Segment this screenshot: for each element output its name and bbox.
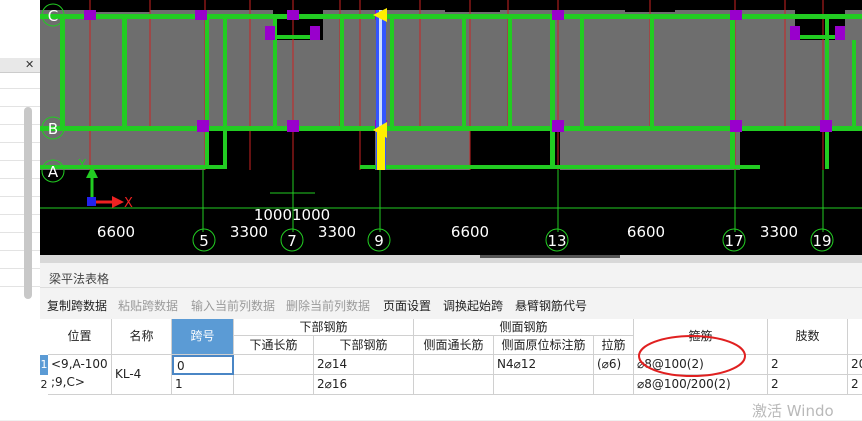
tree-row-line: [0, 196, 40, 197]
beam-table-panel: 梁平法表格 复制跨数据 粘贴跨数据 输入当前列数据 删除当前列数据 页面设置 调…: [40, 263, 862, 420]
axis-x-label: X: [124, 196, 133, 211]
panel-toolbar: 复制跨数据 粘贴跨数据 输入当前列数据 删除当前列数据 页面设置 调换起始跨 悬…: [40, 293, 862, 317]
tree-row-line: [0, 286, 40, 287]
axis-row-label: A: [48, 163, 59, 181]
tree-row-line: [0, 232, 40, 233]
page-setup-button[interactable]: 页面设置: [383, 297, 431, 314]
tree-row-line: [0, 250, 40, 251]
tree-row-line: [0, 160, 40, 161]
dim-text: 3300: [318, 223, 356, 241]
slab-panels: [40, 10, 862, 170]
splitter-grip[interactable]: [480, 255, 620, 258]
swap-start-span-button[interactable]: 调换起始跨: [443, 297, 503, 314]
dim-text: 6600: [627, 223, 665, 241]
axis-y-label: Y: [78, 157, 87, 171]
beam-table: 位置 名称 跨号 下部钢筋 下通长筋 下部钢筋 侧面钢筋 侧面通长筋 侧面原位标…: [40, 319, 862, 420]
panel-splitter[interactable]: [40, 255, 862, 263]
paste-span-data-button[interactable]: 粘贴跨数据: [118, 297, 178, 314]
axis-col-label: 19: [812, 232, 831, 250]
axis-col-label: 13: [547, 232, 566, 250]
dim-text: 3300: [760, 223, 798, 241]
dim-text: 6600: [451, 223, 489, 241]
copy-span-data-button[interactable]: 复制跨数据: [47, 297, 107, 314]
dim-text: 6600: [97, 223, 135, 241]
cad-viewport[interactable]: C B A Y X 10001000 6600 3300 3300 6600 6…: [40, 0, 862, 255]
annotation-ellipse: [638, 335, 746, 377]
delete-column-data-button[interactable]: 删除当前列数据: [286, 297, 370, 314]
cantilever-code-button[interactable]: 悬臂钢筋代号: [515, 297, 587, 314]
tree-row-line: [0, 214, 40, 215]
input-column-data-button[interactable]: 输入当前列数据: [191, 297, 275, 314]
left-tree-panel: ✕: [0, 0, 41, 420]
left-panel-scrollbar[interactable]: [24, 107, 32, 299]
axis-col-label: 9: [374, 232, 384, 250]
axis-row-label: C: [48, 7, 58, 25]
dim-text: 10001000: [254, 206, 330, 224]
close-icon[interactable]: ✕: [25, 58, 34, 72]
tree-row-line: [0, 268, 40, 269]
axis-col-label: 7: [287, 232, 297, 250]
tree-row-line: [0, 178, 40, 179]
axis-col-label: 5: [199, 232, 209, 250]
panel-title: 梁平法表格: [49, 272, 110, 286]
dim-text: 3300: [230, 223, 268, 241]
axis-col-label: 17: [724, 232, 743, 250]
cad-drawing[interactable]: C B A Y X 10001000 6600 3300 3300 6600 6…: [40, 0, 862, 255]
axis-row-label: B: [48, 120, 58, 138]
tree-row-line: [0, 106, 40, 107]
tree-row-line: [0, 142, 40, 143]
windows-activation-watermark: 激活 Windo: [752, 402, 834, 420]
panel-title-bar: [40, 265, 862, 288]
tree-row-line: [0, 124, 40, 125]
tree-row-line: [0, 88, 40, 89]
